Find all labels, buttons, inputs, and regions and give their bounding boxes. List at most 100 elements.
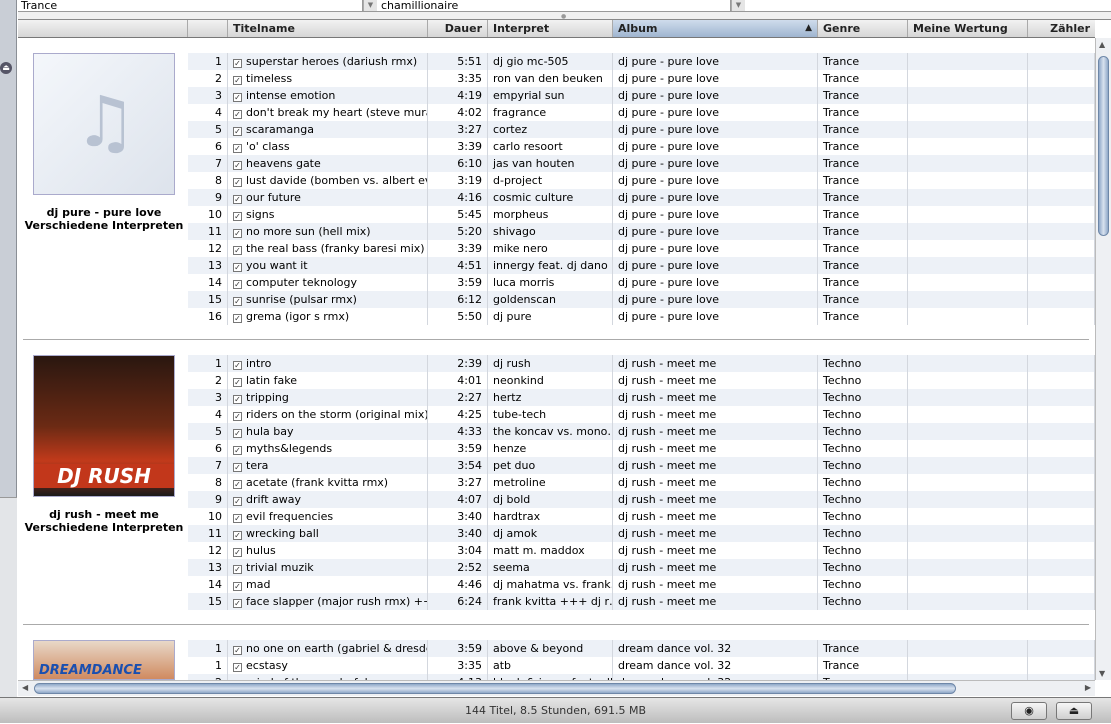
checkbox[interactable]: ✓ [233,59,242,68]
checkbox[interactable]: ✓ [233,531,242,540]
checkbox[interactable]: ✓ [233,412,242,421]
track-title: don't break my heart (steve mura… [246,106,428,119]
vertical-scrollbar[interactable]: ▲ ▼ [1095,38,1111,680]
col-number[interactable] [188,20,228,37]
table-row[interactable]: 9 ✓ drift away 4:07 dj bold dj rush - meet me… [188,491,1095,508]
checkbox[interactable]: ✓ [233,76,242,85]
table-row[interactable]: 4 ✓ don't break my heart (steve mura… 4:02 f… [188,104,1095,121]
checkbox[interactable]: ✓ [233,497,242,506]
table-row[interactable]: 15 ✓ face slapper (major rush rmx) ++… 6:24… [188,593,1095,610]
table-row[interactable]: 3 ✓ tripping 2:27 hertz dj rush - meet me Tech… [188,389,1095,406]
album-artwork[interactable]: ♫ [33,53,175,195]
table-row[interactable]: 7 ✓ tera 3:54 pet duo dj rush - meet me Techno [188,457,1095,474]
browser-artist[interactable]: chamillionaire [378,0,731,12]
col-rating[interactable]: Meine Wertung [908,20,1028,37]
chevron-down-icon[interactable]: ▼ [731,0,745,11]
checkbox[interactable]: ✓ [233,514,242,523]
table-row[interactable]: 1 ✓ intro 2:39 dj rush dj rush - meet me Techn… [188,355,1095,372]
checkbox[interactable]: ✓ [233,565,242,574]
browser-toggle-button[interactable]: ◉ [1011,702,1047,720]
chevron-down-icon[interactable]: ▼ [363,0,377,11]
table-row[interactable]: 14 ✓ computer teknology 3:59 luca morris dj p… [188,274,1095,291]
table-row[interactable]: 9 ✓ our future 4:16 cosmic culture dj pure - … [188,189,1095,206]
group-artist: Verschiedene Interpreten [24,521,184,534]
table-row[interactable]: 13 ✓ trivial muzik 2:52 seema dj rush - meet … [188,559,1095,576]
checkbox[interactable]: ✓ [233,195,242,204]
col-genre[interactable]: Genre [818,20,908,37]
checkbox[interactable]: ✓ [233,429,242,438]
checkbox[interactable]: ✓ [233,246,242,255]
checkbox[interactable]: ✓ [233,480,242,489]
col-duration[interactable]: Dauer [428,20,488,37]
browser-album[interactable] [746,0,1111,12]
col-album[interactable]: Album ▲ [613,20,818,37]
checkbox[interactable]: ✓ [233,663,242,672]
table-row[interactable]: 5 ✓ hula bay 4:33 the koncav vs. mono… dj rus… [188,423,1095,440]
table-row[interactable]: 4 ✓ riders on the storm (original mix) 4:25… [188,406,1095,423]
scroll-left-icon[interactable]: ◀ [22,683,28,692]
checkbox[interactable]: ✓ [233,395,242,404]
table-row[interactable]: 8 ✓ lust davide (bomben vs. albert ev… 3:19… [188,172,1095,189]
horizontal-scrollbar[interactable]: ◀ ▶ [18,680,1095,696]
checkbox[interactable]: ✓ [233,144,242,153]
checkbox[interactable]: ✓ [233,280,242,289]
checkbox[interactable]: ✓ [233,127,242,136]
checkbox[interactable]: ✓ [233,361,242,370]
cell-title: ✓ lust davide (bomben vs. albert ev… [228,172,428,189]
checkbox[interactable]: ✓ [233,582,242,591]
table-row[interactable]: 16 ✓ grema (igor s rmx) 5:50 dj pure dj pure … [188,308,1095,325]
table-row[interactable]: 12 ✓ the real bass (franky baresi mix) 3:39… [188,240,1095,257]
col-count[interactable]: Zähler [1028,20,1095,37]
table-row[interactable]: 2 ✓ latin fake 4:01 neonkind dj rush - meet m… [188,372,1095,389]
checkbox[interactable]: ✓ [233,110,242,119]
table-row[interactable]: 6 ✓ myths&legends 3:59 henze dj rush - meet m… [188,440,1095,457]
browser-genre[interactable]: Trance [18,0,363,12]
checkbox[interactable]: ✓ [233,178,242,187]
checkbox[interactable]: ✓ [233,212,242,221]
table-row[interactable]: 14 ✓ mad 4:46 dj mahatma vs. frank… dj rush -… [188,576,1095,593]
checkbox[interactable]: ✓ [233,93,242,102]
col-title[interactable]: Titelname [228,20,428,37]
scroll-down-icon[interactable]: ▼ [1099,669,1105,678]
eject-button[interactable]: ⏏ [1056,702,1092,720]
checkbox[interactable]: ✓ [233,297,242,306]
table-row[interactable]: 3 ✓ intense emotion 4:19 empyrial sun dj pure… [188,87,1095,104]
cell-genre: Techno [818,576,908,593]
splitter-handle[interactable]: ● [18,12,1111,20]
table-row[interactable]: 11 ✓ wrecking ball 3:40 dj amok dj rush - mee… [188,525,1095,542]
table-row[interactable]: 12 ✓ hulus 3:04 matt m. maddox dj rush - meet… [188,542,1095,559]
table-row[interactable]: 10 ✓ evil frequencies 3:40 hardtrax dj rush -… [188,508,1095,525]
checkbox[interactable]: ✓ [233,548,242,557]
table-row[interactable]: 2 ✓ timeless 3:35 ron van den beuken dj pure … [188,70,1095,87]
checkbox[interactable]: ✓ [233,463,242,472]
col-art[interactable] [18,20,188,37]
checkbox[interactable]: ✓ [233,161,242,170]
checkbox[interactable]: ✓ [233,446,242,455]
horizontal-scroll-thumb[interactable] [34,683,956,694]
table-row[interactable]: 1 ✓ no one on earth (gabriel & dresde… 3:59… [188,640,1095,657]
table-row[interactable]: 11 ✓ no more sun (hell mix) 5:20 shivago dj p… [188,223,1095,240]
checkbox[interactable]: ✓ [233,229,242,238]
table-row[interactable]: 10 ✓ signs 5:45 morpheus dj pure - pure love T… [188,206,1095,223]
scroll-right-icon[interactable]: ▶ [1085,683,1091,692]
table-row[interactable]: 1 ✓ ecstasy 3:35 atb dream dance vol. 32 Tranc… [188,657,1095,674]
table-row[interactable]: 15 ✓ sunrise (pulsar rmx) 6:12 goldenscan dj … [188,291,1095,308]
checkbox[interactable]: ✓ [233,378,242,387]
checkbox[interactable]: ✓ [233,646,242,655]
scroll-up-icon[interactable]: ▲ [1099,40,1105,49]
table-row[interactable]: 7 ✓ heavens gate 6:10 jas van houten dj pure … [188,155,1095,172]
vertical-scroll-thumb[interactable] [1098,56,1109,236]
checkbox[interactable]: ✓ [233,314,242,323]
table-row[interactable]: 6 ✓ 'o' class 3:39 carlo resoort dj pure - pu… [188,138,1095,155]
table-row[interactable]: 5 ✓ scaramanga 3:27 cortez dj pure - pure lov… [188,121,1095,138]
checkbox[interactable]: ✓ [233,599,242,608]
album-artwork[interactable]: DREAMDANCE [33,640,175,680]
eject-icon[interactable]: ⏏ [0,62,12,74]
checkbox[interactable]: ✓ [233,263,242,272]
table-row[interactable]: 1 ✓ superstar heroes (dariush rmx) 5:51 dj g… [188,53,1095,70]
table-row[interactable]: 13 ✓ you want it 4:51 innergy feat. dj dano d… [188,257,1095,274]
col-artist[interactable]: Interpret [488,20,613,37]
cell-album: dream dance vol. 32 [613,640,818,657]
table-row[interactable]: 8 ✓ acetate (frank kvitta rmx) 3:27 metrolin… [188,474,1095,491]
album-artwork[interactable]: DJ RUSH [33,355,175,497]
